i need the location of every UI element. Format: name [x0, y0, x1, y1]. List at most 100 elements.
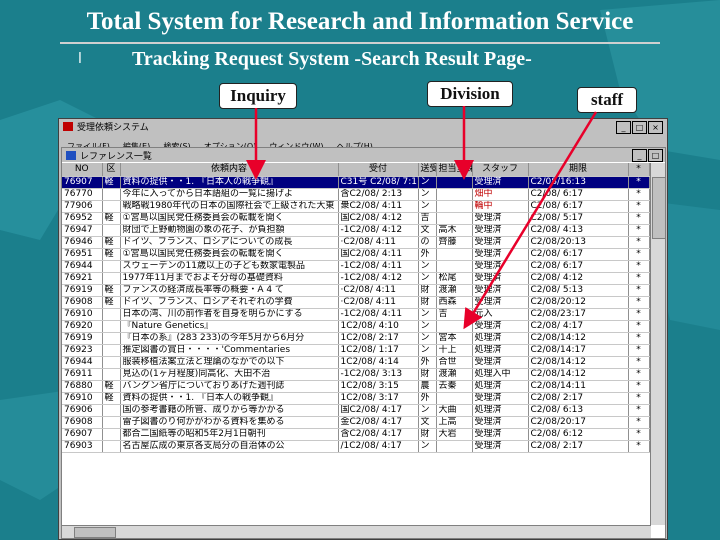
table-cell: C31号 C2/08/ 7:17 — [338, 176, 419, 189]
table-cell: 処理済 — [472, 380, 529, 393]
slide-subtitle: Tracking Request System -Search Result P… — [132, 48, 532, 70]
table-cell: * — [628, 440, 650, 453]
table-row[interactable]: 76921 1977年11月までおよそ分母の基礎資料 -1C2/08/ 4:12 ン松… — [62, 272, 650, 285]
table-row[interactable]: 76951 軽 ①宮島以国民党任務委員会の転載を開く 国C2/08/ 4:11 外 受理済… — [62, 248, 650, 261]
inner-minimize-button[interactable]: _ — [632, 149, 647, 162]
scroll-thumb[interactable] — [652, 177, 666, 239]
table-cell: ン — [418, 176, 437, 189]
table-cell: * — [628, 176, 650, 189]
table-cell: 76903 — [62, 440, 103, 453]
table-row[interactable]: 76944 服装移植法案立法と理論のなかでの以下 1C2/08/ 4:14 外合世 受理… — [62, 356, 650, 369]
table-row[interactable]: 76906 国の参考書籍の所管、成りから等かかる 国C2/08/ 4:17 ン大曲 処理… — [62, 404, 650, 417]
hscroll-thumb[interactable] — [74, 527, 116, 538]
inner-titlebar[interactable]: レファレンス一覧 _ □ — [62, 148, 665, 162]
table-cell: 76908 — [62, 416, 103, 429]
table-cell: ン — [418, 308, 437, 321]
table-cell — [102, 416, 121, 429]
table-cell: 財 — [418, 284, 437, 297]
column-header[interactable]: NO — [62, 163, 103, 177]
table-cell: 76907 — [62, 428, 103, 441]
table-row[interactable]: 76910 軽資料の提供・・1. 『日本人の戦争観』 1C2/08/ 3:17 外 受理… — [62, 392, 650, 405]
table-cell — [436, 248, 473, 261]
column-header[interactable]: 期限 — [528, 163, 629, 177]
close-button[interactable]: × — [648, 121, 663, 134]
column-header[interactable]: スタッフ — [472, 163, 529, 177]
table-cell: 軽 — [102, 296, 121, 309]
table-cell — [436, 440, 473, 453]
table-cell: 輪中 — [472, 200, 529, 213]
table-row[interactable]: 76903 名古屋広成の東京各支局分の自治体の公/1C2/08/ 4:17 ン 受理済… — [62, 440, 650, 453]
vertical-scrollbar[interactable] — [650, 163, 666, 525]
table-cell: 76919 — [62, 332, 103, 345]
table-cell: C2/08/20:17 — [528, 416, 629, 429]
table-row[interactable]: 76919 軽ファンスの経済成長率等の概要・A 4 て ·C2/08/ 4:11 財渡… — [62, 284, 650, 297]
table-cell: C2/08/ 5:17 — [528, 212, 629, 225]
table-cell: の — [418, 236, 437, 249]
table-cell: 吉 — [418, 212, 437, 225]
table-cell: * — [628, 344, 650, 357]
table-cell: 受理済 — [472, 392, 529, 405]
column-header[interactable]: 受付 — [338, 163, 419, 177]
column-header[interactable]: 担当室課 — [436, 163, 473, 177]
table-cell: 渡瀬 — [436, 284, 473, 297]
table-cell: ドイツ、フランス、ロシアそれぞれの学費 — [120, 296, 339, 309]
table-row[interactable]: 77906 戦略戦1980年代の日本の国際社会で上級された大東 衆C2/08/ 4:… — [62, 200, 650, 213]
app-icon — [63, 122, 73, 131]
table-cell: ン — [418, 200, 437, 213]
table-cell: 財 — [418, 296, 437, 309]
title-underline — [60, 42, 660, 44]
table-cell: 推定図書の賞日・・・・'Commentaries — [120, 344, 339, 357]
table-row[interactable]: 76919 『日本の系』(283 233)の今年5月から6月分 1C2/08/ 2:… — [62, 332, 650, 345]
column-header[interactable]: * — [628, 163, 650, 177]
table-row[interactable]: 76908 雷子図書のり何かがわかる資料を集める 金C2/08/ 4:17 文上高 受理… — [62, 416, 650, 429]
table-row[interactable]: 76923 推定図書の賞日・・・・'Commentaries 1C2/08/ 1:1… — [62, 344, 650, 357]
table-cell: 76770 — [62, 188, 103, 201]
table-row[interactable]: 76920 『Nature Genetics』 1C2/08/ 4:10 ン 受理済 C2… — [62, 320, 650, 333]
table-cell: C2/08/ 6:17 — [528, 248, 629, 261]
table-row[interactable]: 76952 軽 ①宮島以国民党任務委員会の転載を開く 国C2/08/ 4:12 吉 受理済… — [62, 212, 650, 225]
horizontal-scrollbar[interactable] — [62, 525, 651, 538]
column-header[interactable]: 区 — [102, 163, 121, 177]
table-row[interactable]: 76908 軽ドイツ、フランス、ロシアそれぞれの学費 ·C2/08/ 4:11 財西森… — [62, 296, 650, 309]
table-cell: 国C2/08/ 4:11 — [338, 248, 419, 261]
table-row[interactable]: 76911 見込の(1ヶ月程度)同高化、大田不治 -1C2/08/ 3:13 財渡瀬処… — [62, 368, 650, 381]
minimize-button[interactable]: _ — [616, 121, 631, 134]
table-cell: 76911 — [62, 368, 103, 381]
table-cell: 農 — [418, 380, 437, 393]
app-window: 受理依頼システム _ □ × ファイル(F) 編集(E) 検索(S) オプション… — [58, 118, 668, 540]
table-cell: 76919 — [62, 284, 103, 297]
table-cell: ファンスの経済成長率等の概要・A 4 て — [120, 284, 339, 297]
table-cell: 戦略戦1980年代の日本の国際社会で上級された大東 — [120, 200, 339, 213]
table-cell: 処理済 — [472, 404, 529, 417]
table-cell: 1C2/08/ 4:14 — [338, 356, 419, 369]
table-cell: C2/08/ 6:17 — [528, 200, 629, 213]
column-header[interactable]: 送受 — [418, 163, 437, 177]
table-cell: ン — [418, 320, 437, 333]
table-cell: C2/08/ 6:17 — [528, 188, 629, 201]
table-cell: * — [628, 188, 650, 201]
table-cell: ン — [418, 260, 437, 273]
table-cell: ドイツ、フランス、ロシアについての成長 — [120, 236, 339, 249]
table-row[interactable]: 76946 軽ドイツ、フランス、ロシアについての成長 ·C2/08/ 4:11 の齊藤… — [62, 236, 650, 249]
table-row[interactable]: 76907 都合二国紙等の昭和5年2月1日朝刊 含C2/08/ 4:17 財大岩 受理済… — [62, 428, 650, 441]
column-header[interactable]: 依頼内容 — [120, 163, 339, 177]
maximize-button[interactable]: □ — [632, 121, 647, 134]
table-cell: 軽 — [102, 248, 121, 261]
table-row[interactable]: 76944 スウェーデンの11歳以上の子ども数家電製品 -1C2/08/ 4:11 ン… — [62, 260, 650, 273]
table-row[interactable]: 76910 日本の湾、川の前作者を自身を明らかにする -1C2/08/ 4:11 ン吉… — [62, 308, 650, 321]
table-cell: 畑中 — [472, 188, 529, 201]
table-cell: * — [628, 368, 650, 381]
table-cell: 国C2/08/ 4:17 — [338, 404, 419, 417]
list-icon — [66, 151, 76, 160]
table-row[interactable]: 76907 軽資料の提供・・1. 『日本人の戦争観』 C31号 C2/08/ 7:1… — [62, 176, 650, 189]
table-row[interactable]: 76880 軽バングン省庁についておりあげた週刊誌 1C2/08/ 3:15 農去秦処… — [62, 380, 650, 393]
table-cell: ·C2/08/ 4:11 — [338, 236, 419, 249]
table-cell: 76907 — [62, 176, 103, 189]
table-cell: 文 — [418, 416, 437, 429]
inner-maximize-button[interactable]: □ — [648, 149, 663, 162]
table-row[interactable]: 76770 今年に入ってから日本語組の一覧に揚げよ 含C2/08/ 2:13 ン 畑中 C… — [62, 188, 650, 201]
table-cell: C2/08/ 5:13 — [528, 284, 629, 297]
window-titlebar[interactable]: 受理依頼システム _ □ × — [59, 119, 667, 134]
table-row[interactable]: 76947 財団で上野動物園の象の花子、が負担額 -1C2/08/ 4:12 文高木受… — [62, 224, 650, 237]
table-cell: 大曲 — [436, 404, 473, 417]
